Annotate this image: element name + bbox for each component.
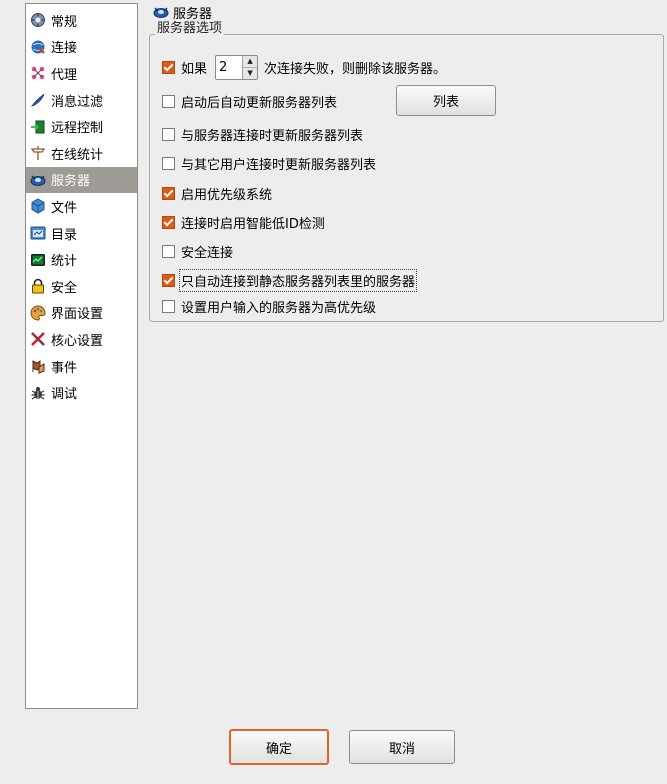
sidebar-item-online-stats[interactable]: 在线统计 <box>26 140 137 167</box>
server-list-button[interactable]: 列表 <box>396 85 496 116</box>
option-label: 与服务器连接时更新服务器列表 <box>181 128 364 144</box>
option-priority-system[interactable]: 启用优先级系统 <box>162 183 272 203</box>
sidebar-item-interface[interactable]: 界面设置 <box>26 300 137 327</box>
sidebar-item-label: 核心设置 <box>51 333 104 349</box>
option-update-on-server-connect[interactable]: 与服务器连接时更新服务器列表 <box>162 124 363 144</box>
option-static-servers-only[interactable]: 只自动连接到静态服务器列表里的服务器 <box>162 268 418 292</box>
sidebar-item-security[interactable]: 安全 <box>26 273 137 300</box>
ok-button[interactable]: 确定 <box>229 729 329 765</box>
checkbox[interactable] <box>162 299 175 313</box>
sidebar-item-remote-control[interactable]: 远程控制 <box>26 113 137 140</box>
sidebar-item-label: 连接 <box>51 41 78 57</box>
sidebar-item-label: 统计 <box>51 254 78 270</box>
sidebar-item-label: 文件 <box>51 200 78 216</box>
sidebar-item-label: 代理 <box>51 67 78 83</box>
option-label: 启动后自动更新服务器列表 <box>181 95 338 111</box>
sidebar-item-directory[interactable]: 目录 <box>26 220 137 247</box>
palette-icon <box>30 305 46 321</box>
stepper-buttons: ▲ ▼ <box>242 55 258 79</box>
checkbox[interactable] <box>162 244 175 258</box>
sidebar-item-proxy[interactable]: 代理 <box>26 60 137 87</box>
server-icon <box>153 4 169 20</box>
sidebar-item-label: 远程控制 <box>51 121 104 137</box>
sidebar-item-general[interactable]: 常规 <box>26 7 137 34</box>
group-label: 服务器选项 <box>155 21 225 37</box>
option-label: 安全连接 <box>181 245 234 261</box>
option-label: 连接时启用智能低ID检测 <box>181 216 325 232</box>
stepper-down-icon[interactable]: ▼ <box>243 66 258 79</box>
retry-option-row: 如果 ▲ ▼ 次连接失败，则删除该服务器。 <box>162 54 447 80</box>
option-user-servers-high-priority[interactable]: 设置用户输入的服务器为高优先级 <box>162 296 376 316</box>
proxy-icon <box>30 65 46 81</box>
directory-icon <box>30 225 46 241</box>
panel-title-text: 服务器 <box>173 6 213 22</box>
general-icon <box>30 12 46 28</box>
option-label: 与其它用户连接时更新服务器列表 <box>181 157 377 173</box>
sidebar-item-message-filter[interactable]: 消息过滤 <box>26 87 137 114</box>
core-settings-icon <box>30 331 46 347</box>
sidebar-item-events[interactable]: 事件 <box>26 353 137 380</box>
retry-suffix: 次连接失败，则删除该服务器。 <box>264 61 447 77</box>
option-label: 设置用户输入的服务器为高优先级 <box>181 300 377 316</box>
retry-count-input[interactable] <box>216 55 243 79</box>
sidebar-item-debug[interactable]: 调试 <box>26 379 137 406</box>
sidebar-item-server[interactable]: 服务器 <box>26 166 137 194</box>
option-update-on-user-connect[interactable]: 与其它用户连接时更新服务器列表 <box>162 153 376 173</box>
sidebar-item-label: 消息过滤 <box>51 94 104 110</box>
sidebar-item-core-settings[interactable]: 核心设置 <box>26 326 137 353</box>
online-stats-icon <box>30 145 46 161</box>
option-label: 只自动连接到静态服务器列表里的服务器 <box>178 268 418 292</box>
option-secure-connect[interactable]: 安全连接 <box>162 241 233 261</box>
sidebar-item-label: 调试 <box>51 387 78 403</box>
checkbox[interactable] <box>162 273 175 287</box>
checkbox[interactable] <box>162 156 175 170</box>
sidebar-item-label: 目录 <box>51 227 78 243</box>
bug-icon <box>30 385 46 401</box>
checkbox[interactable] <box>162 186 175 200</box>
file-icon <box>30 198 46 215</box>
option-smart-lowid[interactable]: 连接时启用智能低ID检测 <box>162 212 325 232</box>
sidebar-item-label: 界面设置 <box>51 307 104 323</box>
option-auto-update-on-start[interactable]: 启动后自动更新服务器列表 <box>162 91 337 111</box>
sidebar-item-file[interactable]: 文件 <box>26 193 137 220</box>
checkbox[interactable] <box>162 94 175 108</box>
retry-count-stepper[interactable]: ▲ ▼ <box>215 54 259 80</box>
checkbox[interactable] <box>162 215 175 229</box>
message-filter-icon <box>30 92 46 108</box>
sidebar-item-connection[interactable]: 连接 <box>26 34 137 61</box>
sidebar-item-label: 事件 <box>51 360 78 376</box>
server-icon <box>30 172 46 188</box>
lock-icon <box>30 278 46 294</box>
checkbox[interactable] <box>162 127 175 141</box>
sidebar-item-label: 常规 <box>51 14 78 30</box>
sidebar-item-label: 在线统计 <box>51 147 104 163</box>
retry-checkbox[interactable] <box>162 60 175 74</box>
sidebar-item-label: 安全 <box>51 280 78 296</box>
sidebar-item-statistics[interactable]: 统计 <box>26 246 137 273</box>
events-icon <box>30 358 46 374</box>
retry-prefix: 如果 <box>181 61 208 77</box>
connection-icon <box>30 39 46 55</box>
option-label: 启用优先级系统 <box>181 187 273 203</box>
stepper-up-icon[interactable]: ▲ <box>243 56 257 67</box>
sidebar-item-label: 服务器 <box>51 174 91 190</box>
category-list[interactable]: 常规 连接 代理 消息过滤 远程控制 在线统计 服务器 文件 目录 统计 安全 … <box>25 3 138 709</box>
cancel-button[interactable]: 取消 <box>349 730 455 764</box>
statistics-icon <box>30 252 46 268</box>
panel-title: 服务器 <box>153 3 213 22</box>
remote-control-icon <box>30 119 46 135</box>
